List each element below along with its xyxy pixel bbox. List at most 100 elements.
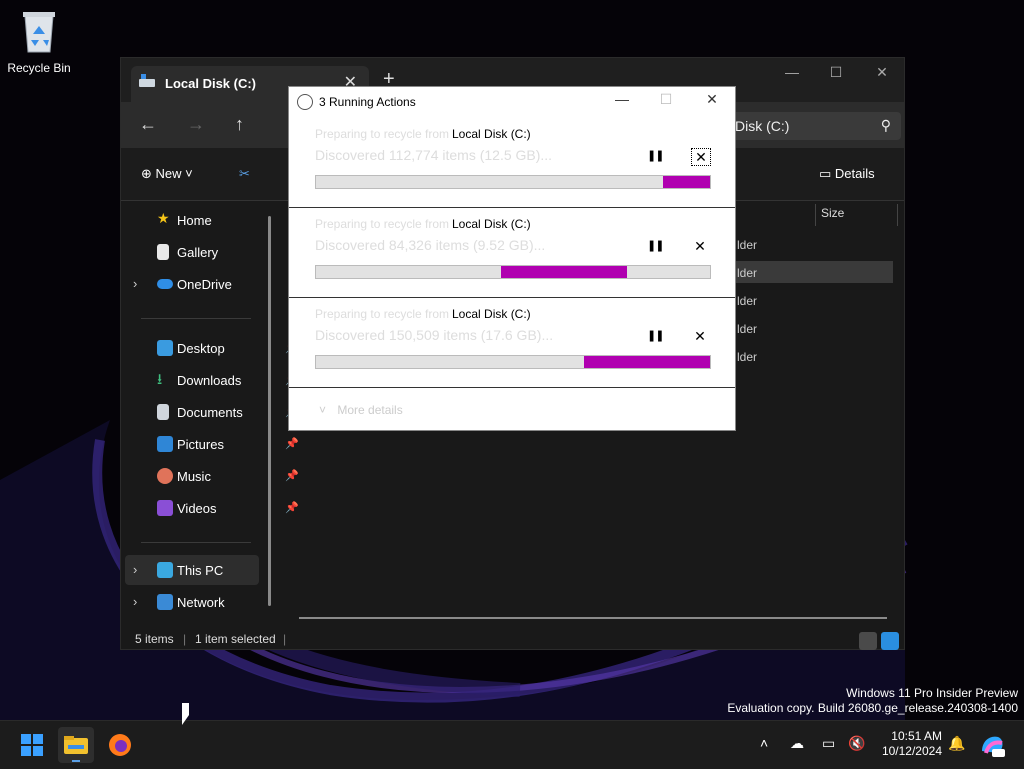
action-details: Discovered 84,326 items (9.52 GB)... xyxy=(315,237,546,253)
dialog-title: 3 Running Actions xyxy=(319,95,416,109)
sidebar-item-network[interactable]: › Network xyxy=(133,590,257,616)
more-details-label: More details xyxy=(337,403,403,417)
drive-icon xyxy=(139,74,155,87)
action-target: Local Disk (C:) xyxy=(452,217,531,231)
dialog-title-bar: 3 Running Actions — ☐ ✕ xyxy=(289,87,735,117)
sidebar-item-downloads[interactable]: ⭳ Downloads 📌 xyxy=(157,368,299,394)
notification-bell-icon[interactable]: 🔔 xyxy=(948,735,965,752)
details-view-icon[interactable] xyxy=(859,632,877,650)
firefox-icon[interactable] xyxy=(102,727,138,763)
sidebar-item-gallery[interactable]: Gallery xyxy=(157,240,257,266)
cancel-icon[interactable]: ✕ xyxy=(691,148,711,166)
pause-icon[interactable]: ❚❚ xyxy=(647,149,664,162)
chevron-up-icon[interactable]: ˄ xyxy=(760,735,768,751)
action-target: Local Disk (C:) xyxy=(452,307,531,321)
sidebar-item-videos[interactable]: Videos 📌 xyxy=(157,496,299,522)
file-row-type[interactable]: lder xyxy=(737,238,757,252)
column-header-size[interactable]: Size xyxy=(821,206,844,220)
horizontal-scrollbar[interactable] xyxy=(299,617,887,619)
sidebar-item-home[interactable]: ★ Home xyxy=(157,208,257,234)
action-details: Discovered 150,509 items (17.6 GB)... xyxy=(315,327,554,343)
status-divider: | xyxy=(283,632,287,646)
documents-icon xyxy=(157,404,169,420)
this-pc-icon xyxy=(157,562,173,578)
action-status: Preparing to recycle from xyxy=(315,127,450,141)
sidebar-item-this-pc[interactable]: › This PC xyxy=(133,558,257,584)
selection-count: 1 item selected xyxy=(195,632,276,646)
tab-title: Local Disk (C:) xyxy=(165,76,257,91)
new-label: New xyxy=(155,166,182,181)
taskbar: ˄ ☁ ▭ 🔇 10:51 AM 10/12/2024 🔔 xyxy=(0,720,1024,769)
pictures-icon xyxy=(157,436,173,452)
volume-muted-icon[interactable]: 🔇 xyxy=(848,735,865,752)
action-item: Preparing to recycle from Local Disk (C:… xyxy=(289,297,735,388)
details-button[interactable]: ▭ Details xyxy=(819,166,875,182)
forward-arrow-icon[interactable]: → xyxy=(187,114,205,135)
maximize-icon: ☐ xyxy=(659,91,673,107)
progress-fill xyxy=(662,176,710,188)
file-row-type[interactable]: lder xyxy=(737,350,757,364)
gallery-icon xyxy=(157,244,169,260)
cancel-icon[interactable]: ✕ xyxy=(691,328,709,344)
file-explorer-icon[interactable] xyxy=(58,727,94,763)
system-clock[interactable]: 10:51 AM 10/12/2024 xyxy=(876,729,942,759)
display-icon[interactable]: ▭ xyxy=(822,735,835,752)
sidebar-item-onedrive[interactable]: › OneDrive xyxy=(133,272,257,298)
minimize-icon[interactable]: — xyxy=(777,64,807,80)
videos-icon xyxy=(157,500,173,516)
status-bar: 5 items | 1 item selected | xyxy=(121,628,904,650)
search-icon[interactable]: ⚲ xyxy=(881,117,891,134)
action-item: Preparing to recycle from Local Disk (C:… xyxy=(289,117,735,208)
pause-icon[interactable]: ❚❚ xyxy=(647,329,664,342)
file-row-type[interactable]: lder xyxy=(737,294,757,308)
copilot-icon[interactable] xyxy=(978,731,1006,759)
column-divider xyxy=(897,204,898,226)
sidebar-divider xyxy=(141,542,251,543)
sidebar-scrollbar[interactable] xyxy=(268,216,271,606)
sidebar-item-documents[interactable]: Documents 📌 xyxy=(157,400,299,426)
more-details-toggle[interactable]: ˅ More details xyxy=(319,403,403,417)
file-row-type[interactable]: lder xyxy=(737,322,757,336)
recycle-bin[interactable]: Recycle Bin xyxy=(6,8,72,75)
new-button[interactable]: ⊕ New ˅ xyxy=(141,166,193,182)
sidebar-item-pictures[interactable]: Pictures 📌 xyxy=(157,432,299,458)
address-bar[interactable]: Disk (C:) ⚲ xyxy=(729,112,901,140)
file-row-type[interactable]: lder xyxy=(737,266,757,280)
sidebar-item-music[interactable]: Music 📌 xyxy=(157,464,299,490)
desktop-icon xyxy=(157,340,173,356)
progress-track xyxy=(315,265,711,279)
mouse-cursor xyxy=(182,703,189,725)
chevron-right-icon[interactable]: › xyxy=(133,594,137,609)
up-arrow-icon[interactable]: ↑ xyxy=(235,114,244,135)
onedrive-icon xyxy=(157,279,173,289)
maximize-icon[interactable]: ☐ xyxy=(821,64,851,81)
recycle-bin-icon xyxy=(23,12,55,53)
close-icon[interactable]: ✕ xyxy=(697,91,727,108)
sidebar-divider xyxy=(141,318,251,319)
start-icon[interactable] xyxy=(14,727,50,763)
network-disconnected-icon[interactable]: ☁ xyxy=(790,735,804,752)
pause-icon[interactable]: ❚❚ xyxy=(647,239,664,252)
back-arrow-icon[interactable]: ← xyxy=(139,114,157,135)
cut-icon[interactable]: ✂ xyxy=(239,166,250,182)
address-text: Disk (C:) xyxy=(735,118,790,134)
chevron-down-icon: ˅ xyxy=(185,166,193,181)
sidebar-item-desktop[interactable]: Desktop 📌 xyxy=(157,336,299,362)
cancel-icon[interactable]: ✕ xyxy=(691,238,709,254)
watermark-line-2: Evaluation copy. Build 26080.ge_release.… xyxy=(727,701,1018,715)
minimize-icon[interactable]: — xyxy=(607,91,637,107)
action-target: Local Disk (C:) xyxy=(452,127,531,141)
tiles-view-icon[interactable] xyxy=(881,632,899,650)
navigation-pane: ★ Home Gallery › OneDrive Desktop 📌 ⭳ Do… xyxy=(121,200,299,620)
status-divider: | xyxy=(183,632,187,646)
chevron-right-icon[interactable]: › xyxy=(133,276,137,291)
evaluation-watermark: Windows 11 Pro Insider Preview Evaluatio… xyxy=(727,686,1018,716)
clock-date: 10/12/2024 xyxy=(881,744,942,758)
progress-track xyxy=(315,355,711,369)
chevron-right-icon[interactable]: › xyxy=(133,562,137,577)
chevron-down-icon: ˅ xyxy=(319,403,327,417)
network-icon xyxy=(157,594,173,610)
close-icon[interactable]: ✕ xyxy=(867,64,897,81)
progress-track xyxy=(315,175,711,189)
pin-icon: 📌 xyxy=(285,470,299,482)
